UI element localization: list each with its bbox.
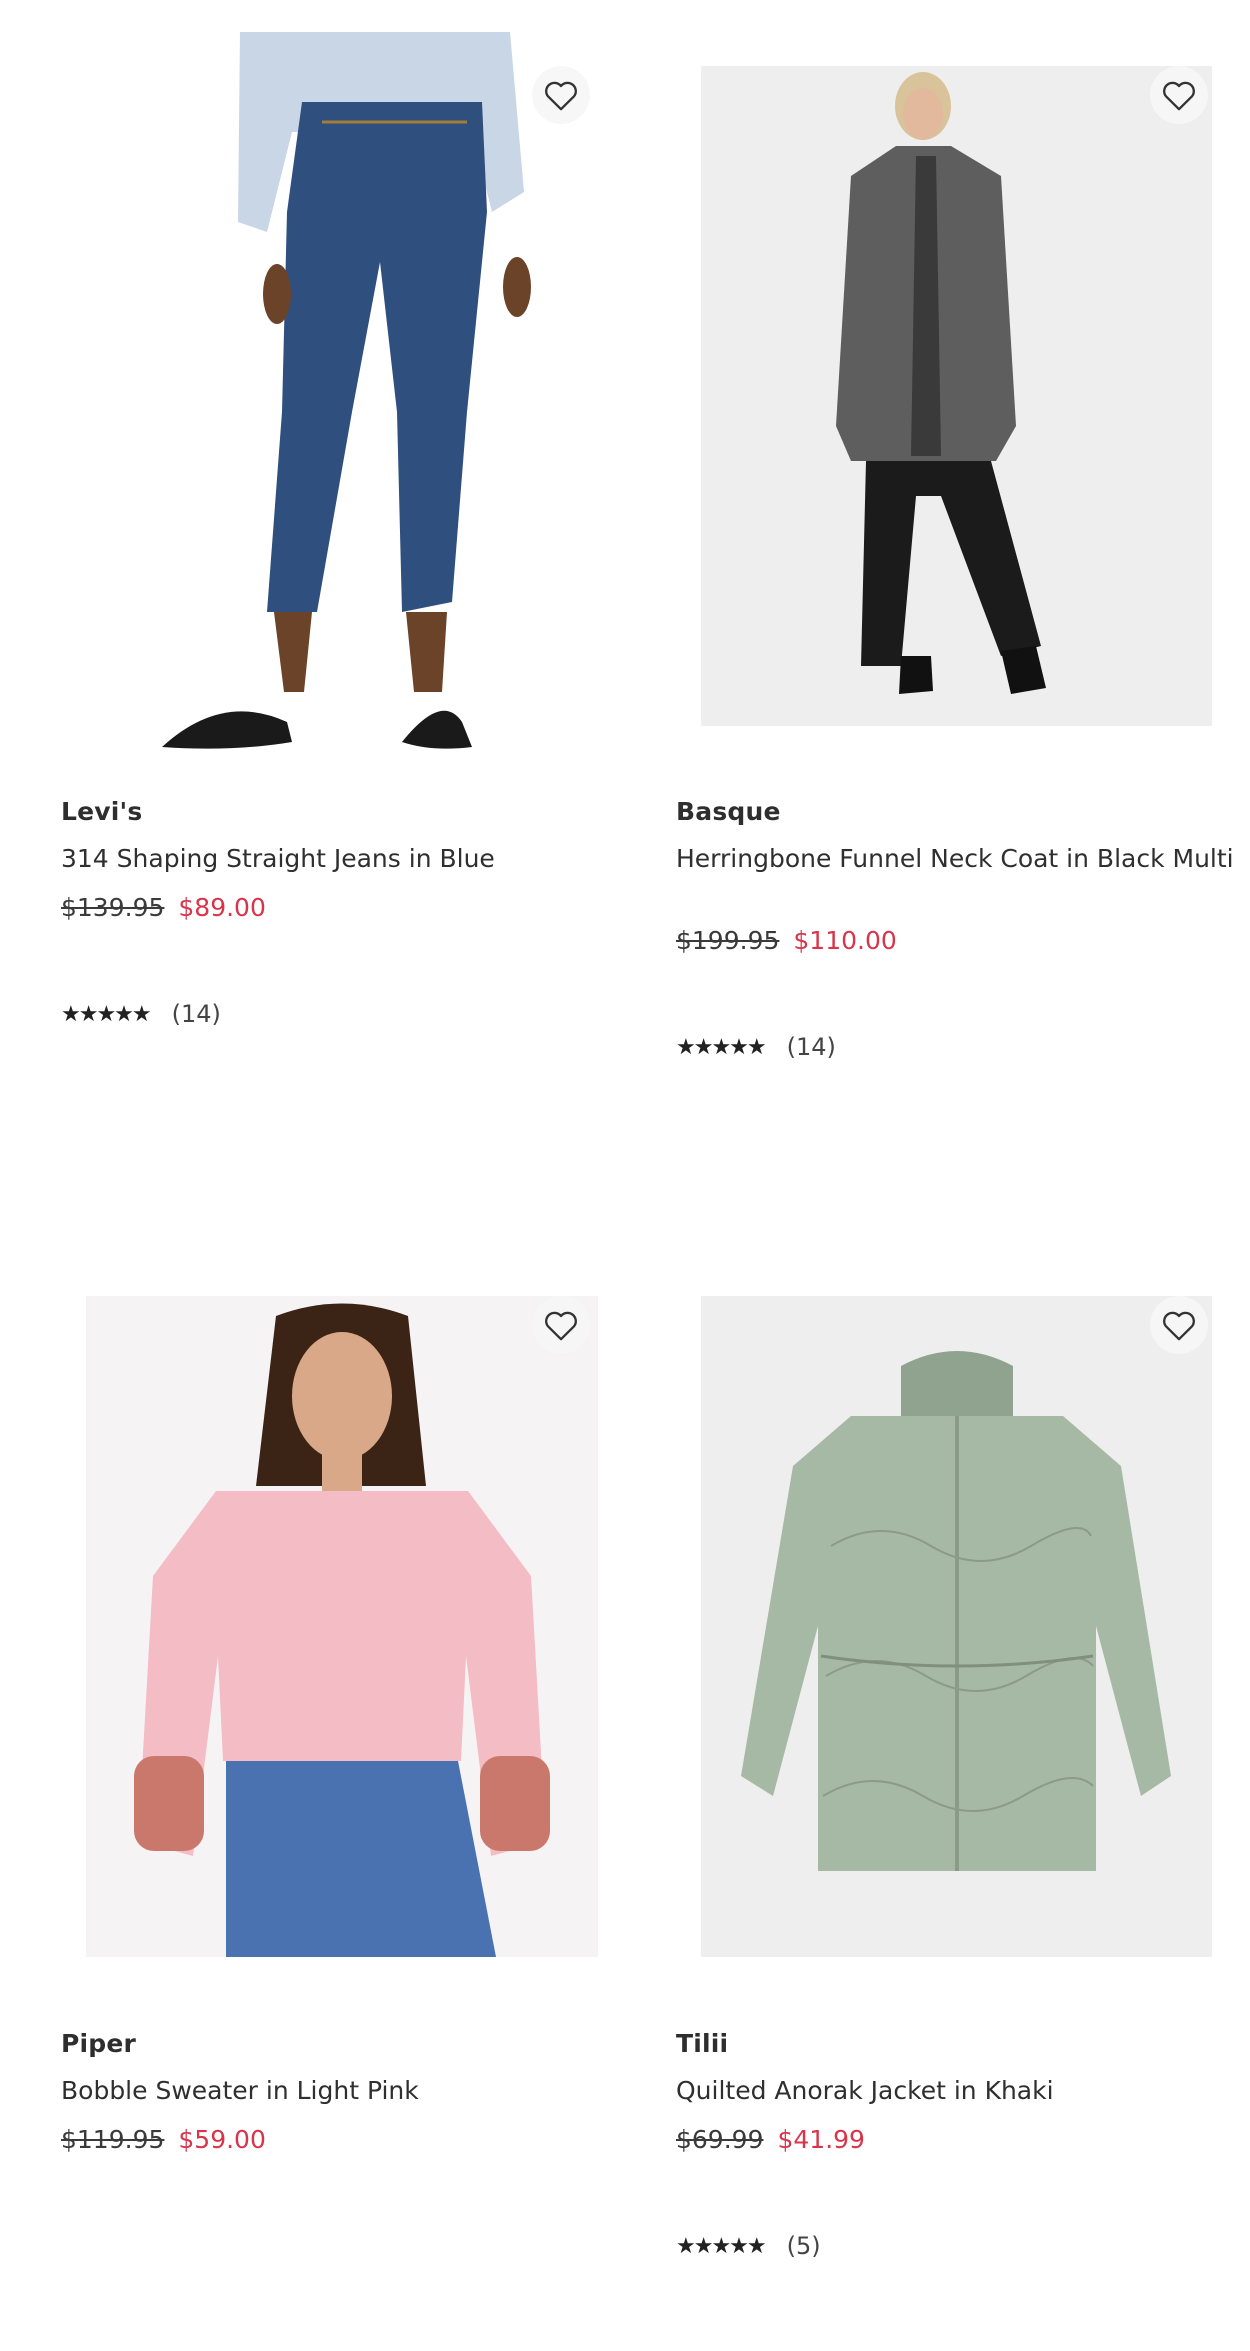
product-title[interactable]: Herringbone Funnel Neck Coat in Black Mu…	[676, 842, 1236, 875]
product-image[interactable]	[701, 66, 1212, 726]
star-rating-icons: ★★★★★	[676, 1034, 767, 1060]
star-rating-icons: ★★★★★	[61, 1001, 152, 1027]
product-rating[interactable]: ★★★★★ (14)	[676, 1033, 836, 1061]
product-brand[interactable]: Tilii	[676, 2029, 728, 2058]
sale-price: $41.99	[777, 2125, 865, 2154]
sale-price: $110.00	[793, 926, 897, 955]
star-rating-icons: ★★★★★	[676, 2233, 767, 2259]
product-title[interactable]: Bobble Sweater in Light Pink	[61, 2074, 621, 2107]
product-rating[interactable]: ★★★★★ (14)	[61, 1000, 221, 1028]
product-title[interactable]: 314 Shaping Straight Jeans in Blue	[61, 842, 621, 875]
product-card-piper-sweater[interactable]: Piper Bobble Sweater in Light Pink $119.…	[0, 1200, 625, 2351]
heart-outline-icon	[1163, 81, 1195, 111]
heart-outline-icon	[1163, 1311, 1195, 1341]
original-price: $69.99	[676, 2125, 764, 2154]
product-brand[interactable]: Piper	[61, 2029, 136, 2058]
product-card-tilii-jacket[interactable]: Tilii Quilted Anorak Jacket in Khaki $69…	[625, 1200, 1250, 2351]
khaki-jacket-illustration	[701, 1296, 1212, 1957]
product-image[interactable]	[86, 1296, 598, 1957]
woman-in-jeans-illustration	[62, 32, 602, 760]
original-price: $199.95	[676, 926, 780, 955]
product-price: $139.95 $89.00	[61, 893, 266, 922]
review-count: (5)	[786, 2232, 821, 2260]
product-title[interactable]: Quilted Anorak Jacket in Khaki	[676, 2074, 1236, 2107]
review-count: (14)	[786, 1033, 836, 1061]
product-card-basque-coat[interactable]: Basque Herringbone Funnel Neck Coat in B…	[625, 0, 1250, 1200]
wishlist-button[interactable]	[1150, 1296, 1208, 1354]
product-image[interactable]	[701, 1296, 1212, 1957]
wishlist-button[interactable]	[532, 1296, 590, 1354]
wishlist-button[interactable]	[1150, 66, 1208, 124]
sale-price: $59.00	[178, 2125, 266, 2154]
woman-in-coat-illustration	[701, 66, 1212, 726]
product-image[interactable]	[62, 32, 602, 760]
original-price: $119.95	[61, 2125, 165, 2154]
review-count: (14)	[171, 1000, 221, 1028]
product-rating[interactable]: ★★★★★ (5)	[676, 2232, 821, 2260]
woman-in-sweater-illustration	[86, 1296, 598, 1957]
heart-outline-icon	[545, 81, 577, 111]
original-price: $139.95	[61, 893, 165, 922]
wishlist-button[interactable]	[532, 66, 590, 124]
product-price: $69.99 $41.99	[676, 2125, 865, 2154]
product-brand[interactable]: Levi's	[61, 797, 143, 826]
product-brand[interactable]: Basque	[676, 797, 781, 826]
sale-price: $89.00	[178, 893, 266, 922]
heart-outline-icon	[545, 1311, 577, 1341]
product-price: $119.95 $59.00	[61, 2125, 266, 2154]
product-card-levis-jeans[interactable]: Levi's 314 Shaping Straight Jeans in Blu…	[0, 0, 625, 1200]
product-price: $199.95 $110.00	[676, 926, 897, 955]
